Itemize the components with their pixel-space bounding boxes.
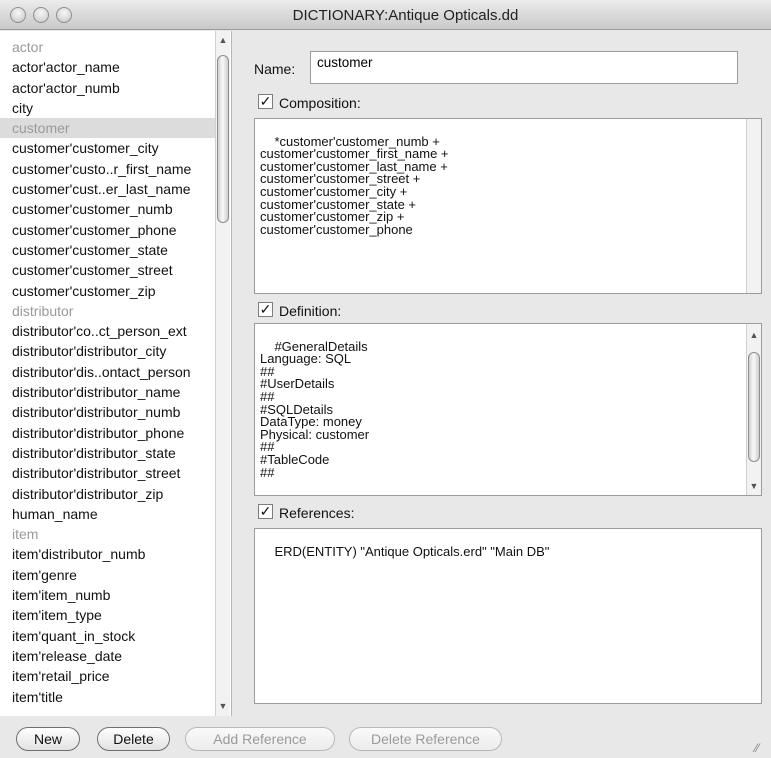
list-item[interactable]: distributor'distributor_name	[0, 382, 216, 402]
references-textarea[interactable]: ERD(ENTITY) "Antique Opticals.erd" "Main…	[254, 528, 762, 704]
list-item[interactable]: human_name	[0, 504, 216, 524]
list-item[interactable]: distributor'co..ct_person_ext	[0, 321, 216, 341]
references-text: ERD(ENTITY) "Antique Opticals.erd" "Main…	[274, 543, 550, 559]
dictionary-entry-list[interactable]: actor actor'actor_name actor'actor_numb cit…	[0, 31, 232, 716]
list-item[interactable]: item'distributor_numb	[0, 544, 216, 564]
resize-grip-icon[interactable]: ⁄⁄	[755, 742, 767, 754]
list-item[interactable]: distributor'distributor_city	[0, 341, 216, 361]
list-item[interactable]: customer'cust..er_last_name	[0, 179, 216, 199]
name-field[interactable]: customer	[310, 51, 738, 84]
scroll-thumb[interactable]	[748, 352, 760, 462]
list-item[interactable]: actor	[0, 37, 216, 57]
name-label: Name:	[254, 61, 296, 77]
definition-textarea[interactable]: #GeneralDetails Language: SQL ## #UserDe…	[254, 323, 762, 496]
list-item[interactable]: item'retail_price	[0, 666, 216, 686]
entry-list-items: actor actor'actor_name actor'actor_numb cit…	[0, 37, 216, 707]
list-item[interactable]: item'genre	[0, 565, 216, 585]
list-item[interactable]: distributor'distributor_state	[0, 443, 216, 463]
scroll-thumb[interactable]	[217, 55, 229, 223]
list-item[interactable]: distributor'distributor_street	[0, 463, 216, 483]
delete-reference-button[interactable]: Delete Reference	[349, 727, 502, 751]
list-item[interactable]: customer'customer_city	[0, 138, 216, 158]
composition-checkbox[interactable]: ✓	[258, 94, 273, 109]
add-reference-button[interactable]: Add Reference	[185, 727, 335, 751]
list-item[interactable]: distributor'dis..ontact_person	[0, 362, 216, 382]
list-item[interactable]: distributor	[0, 301, 216, 321]
scroll-up-arrow-icon[interactable]: ▲	[747, 328, 761, 342]
list-item[interactable]: actor'actor_name	[0, 57, 216, 77]
list-item[interactable]: customer'customer_numb	[0, 199, 216, 219]
definition-label: Definition:	[279, 303, 342, 319]
composition-text: *customer'customer_numb + customer'custo…	[260, 133, 449, 237]
list-item[interactable]: item'quant_in_stock	[0, 626, 216, 646]
list-item[interactable]: distributor'distributor_phone	[0, 423, 216, 443]
scroll-down-arrow-icon[interactable]: ▼	[747, 479, 761, 493]
references-label: References:	[279, 505, 355, 521]
definition-scrollbar[interactable]: ▲ ▼	[746, 324, 761, 495]
definition-checkbox[interactable]: ✓	[258, 302, 273, 317]
new-button[interactable]: New	[16, 727, 80, 751]
composition-textarea[interactable]: *customer'customer_numb + customer'custo…	[254, 118, 762, 294]
button-bar: New Delete Add Reference Delete Referenc…	[0, 716, 771, 758]
list-item[interactable]: item'title	[0, 687, 216, 707]
list-item[interactable]: item'item_numb	[0, 585, 216, 605]
list-item[interactable]: distributor'distributor_numb	[0, 402, 216, 422]
scroll-up-arrow-icon[interactable]: ▲	[216, 33, 230, 47]
list-item[interactable]: item'item_type	[0, 605, 216, 625]
title-bar: DICTIONARY:Antique Opticals.dd	[0, 0, 771, 30]
list-scrollbar[interactable]: ▲ ▼	[215, 31, 230, 716]
definition-text: #GeneralDetails Language: SQL ## #UserDe…	[260, 338, 370, 480]
list-item[interactable]: customer	[0, 118, 216, 139]
list-item[interactable]: distributor'distributor_zip	[0, 484, 216, 504]
entry-detail-panel: Name: customer ✓ Composition: *customer'…	[242, 31, 771, 716]
scroll-down-arrow-icon[interactable]: ▼	[216, 699, 230, 713]
list-item[interactable]: customer'customer_zip	[0, 281, 216, 301]
list-item[interactable]: item'release_date	[0, 646, 216, 666]
list-item[interactable]: customer'customer_state	[0, 240, 216, 260]
list-item[interactable]: customer'custo..r_first_name	[0, 159, 216, 179]
list-item[interactable]: customer'customer_phone	[0, 220, 216, 240]
list-item[interactable]: city	[0, 98, 216, 118]
delete-button[interactable]: Delete	[97, 727, 170, 751]
list-item[interactable]: customer'customer_street	[0, 260, 216, 280]
composition-label: Composition:	[279, 95, 361, 111]
references-checkbox[interactable]: ✓	[258, 504, 273, 519]
composition-scrollbar[interactable]	[746, 119, 761, 293]
list-item[interactable]: item	[0, 524, 216, 544]
list-item[interactable]: actor'actor_numb	[0, 78, 216, 98]
window-title: DICTIONARY:Antique Opticals.dd	[292, 7, 519, 24]
